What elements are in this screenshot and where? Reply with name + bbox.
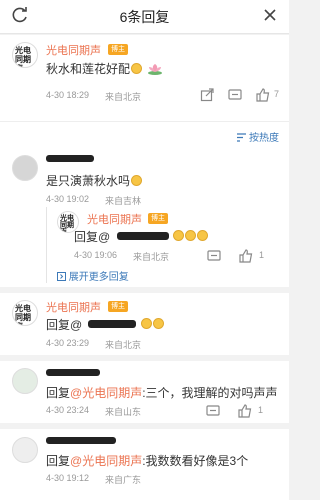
redacted-username [46, 369, 100, 376]
reply-time: 4-30 19:12 [46, 473, 90, 483]
avatar[interactable] [12, 155, 38, 181]
emoji-icon [153, 318, 164, 329]
reply-location: 来自吉林 [105, 196, 142, 206]
thumbs-up-icon[interactable] [238, 404, 252, 418]
emoji-icon [185, 230, 196, 241]
redacted-mention [88, 320, 136, 328]
page-title: 6条回复 [119, 9, 170, 25]
sort-by-hot-button[interactable]: 按热度 [237, 129, 279, 144]
expand-more-replies-link[interactable]: 展开更多回复 [57, 268, 129, 283]
post-actions: 7 [200, 88, 285, 102]
author-badge: 博主 [108, 301, 128, 312]
reply-text: 是只演萧秋水吗 [46, 172, 143, 189]
reply-time: 4-30 23:29 [46, 338, 90, 348]
thumbs-up-icon[interactable] [256, 88, 270, 102]
lotus-icon [148, 64, 163, 75]
reply-location: 来自北京 [105, 340, 142, 350]
author-name[interactable]: 光电同期声 [87, 211, 142, 227]
reply-item: 光电同期声 光电同期声 博主 回复@ 4-30 23:29 来自北京 [0, 293, 289, 355]
reply-item: 回复@光电同期声:三个，我理解的对吗声声 4-30 23:24 来自山东 1 [0, 361, 289, 423]
reply-text: 回复@ [46, 318, 83, 332]
comment-icon[interactable] [228, 88, 242, 102]
reply-item: 回复@光电同期声:我数数看好像是3个 4-30 19:12 来自广东 [0, 429, 289, 500]
author-badge: 博主 [148, 213, 168, 224]
reply-text: 回复@光电同期声:我数数看好像是3个 [46, 454, 249, 468]
close-icon[interactable] [262, 7, 278, 23]
mention-link[interactable]: @光电同期声 [70, 454, 142, 468]
reply-time: 4-30 19:02 [46, 194, 90, 204]
emoji-icon [141, 318, 152, 329]
author-badge: 博主 [108, 44, 128, 55]
emoji-icon [131, 175, 143, 186]
reply-actions: 1 [206, 404, 281, 418]
reply-item: 是只演萧秋水吗 4-30 19:02 来自吉林 光电 同期声 光电同期声 博主 回… [0, 147, 289, 287]
like-count: 1 [258, 405, 264, 415]
like-count: 7 [274, 89, 280, 99]
avatar[interactable]: 光电同期声 [12, 300, 38, 326]
reply-time: 4-30 19:06 [74, 250, 118, 260]
nested-reply: 光电 同期声 光电同期声 博主 回复@ 4-30 19:06 来自北京 1 展开更… [46, 207, 282, 283]
mention-link[interactable]: @光电同期声 [70, 386, 142, 400]
thumbs-up-icon[interactable] [239, 249, 253, 263]
redacted-username [46, 155, 94, 162]
share-icon[interactable] [200, 88, 214, 102]
like-count: 1 [259, 250, 265, 260]
reply-location: 来自广东 [105, 475, 142, 485]
reply-text: 回复@光电同期声:三个，我理解的对吗声声 [46, 386, 278, 400]
author-name[interactable]: 光电同期声 [46, 42, 101, 58]
reply-location: 来自山东 [105, 407, 142, 417]
sort-icon [237, 133, 247, 142]
post-location: 来自北京 [105, 92, 142, 102]
redacted-mention [117, 232, 169, 240]
reply-actions: 1 [207, 249, 282, 263]
post-text: 秋水和莲花好配 [46, 60, 163, 77]
post-time: 4-30 18:29 [46, 90, 90, 100]
original-post: 光电同期声 光电同期声 博主 秋水和莲花好配 4-30 18:29 来自北京 7 [0, 35, 289, 121]
reply-time: 4-30 23:24 [46, 405, 90, 415]
redacted-username [46, 437, 116, 444]
emoji-icon [197, 230, 208, 241]
reply-location: 来自北京 [133, 252, 170, 262]
comment-icon[interactable] [206, 404, 220, 418]
author-name[interactable]: 光电同期声 [46, 299, 101, 315]
nested-reply-text: 回复@ [74, 230, 111, 244]
emoji-icon [173, 230, 184, 241]
avatar[interactable]: 光电同期声 [12, 42, 38, 68]
sort-bar: 按热度 [0, 121, 289, 147]
comment-icon[interactable] [207, 249, 221, 263]
avatar[interactable] [12, 437, 38, 463]
emoji-icon [131, 63, 143, 74]
expand-icon [57, 272, 66, 281]
avatar[interactable] [12, 368, 38, 394]
top-bar: 6条回复 [0, 0, 289, 34]
